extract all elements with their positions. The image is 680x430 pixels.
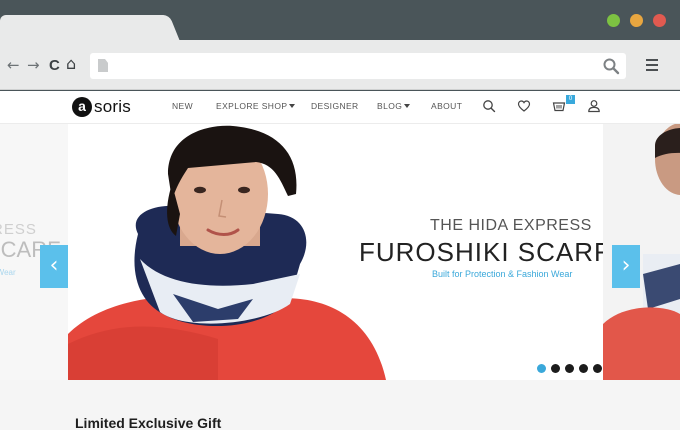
cart-count-badge: 0 — [566, 95, 575, 104]
maximize-window-button[interactable] — [607, 14, 620, 27]
slide-indicator-3[interactable] — [565, 364, 574, 373]
hero-subtitle[interactable]: Built for Protection & Fashion Wear — [432, 269, 572, 279]
hero-kicker: THE HIDA EXPRESS — [430, 217, 592, 234]
minimize-window-button[interactable] — [630, 14, 643, 27]
nav-explore-shop[interactable]: EXPLORE SHOP — [216, 101, 296, 111]
logo-text: soris — [94, 97, 131, 116]
forward-button[interactable]: → — [27, 58, 40, 73]
chevron-down-icon — [289, 104, 296, 108]
nav-designer[interactable]: DESIGNER — [311, 101, 359, 111]
ghost-subtitle: n Wear — [0, 268, 16, 277]
address-bar[interactable] — [90, 53, 626, 79]
next-slide-button[interactable]: › — [612, 245, 640, 288]
nav-blog[interactable]: BLOG — [377, 101, 411, 111]
nav-blog-label: BLOG — [377, 101, 403, 111]
browser-menu-icon[interactable] — [646, 59, 658, 74]
cart-icon[interactable] — [552, 99, 566, 113]
browser-toolbar: ← → C ⌂ — [0, 40, 680, 90]
reload-button[interactable]: C — [49, 58, 60, 73]
browser-tab[interactable] — [0, 15, 165, 43]
back-button[interactable]: ← — [7, 58, 20, 73]
browser-window: ← → C ⌂ a soris NEW EXPLORE SHOP DESIGNE… — [0, 0, 680, 430]
chevron-down-icon — [404, 104, 411, 108]
hero-title: FUROSHIKI SCARF — [359, 237, 603, 267]
heart-icon[interactable] — [517, 99, 531, 113]
previous-slide-button[interactable]: ‹ — [40, 245, 68, 288]
nav-explore-shop-label: EXPLORE SHOP — [216, 101, 288, 111]
active-slide: THE HIDA EXPRESS FUROSHIKI SCARF Built f… — [68, 124, 603, 380]
slide-indicator-1[interactable] — [537, 364, 546, 373]
slide-indicator-2[interactable] — [551, 364, 560, 373]
site-header: a soris NEW EXPLORE SHOP DESIGNER BLOG A… — [0, 91, 680, 124]
website: a soris NEW EXPLORE SHOP DESIGNER BLOG A… — [0, 91, 680, 430]
section-title: Limited Exclusive Gift — [75, 415, 222, 430]
site-logo[interactable]: a soris — [72, 96, 131, 118]
page-icon — [98, 59, 108, 72]
user-icon[interactable] — [587, 99, 601, 113]
search-icon[interactable] — [482, 99, 496, 113]
logo-mark: a — [72, 97, 92, 117]
close-window-button[interactable] — [653, 14, 666, 27]
slide-indicator-5[interactable] — [593, 364, 602, 373]
ghost-kicker: RESS — [0, 221, 37, 238]
hero-slider: RESS SCARF n Wear — [0, 124, 680, 380]
nav-about[interactable]: ABOUT — [431, 101, 462, 111]
home-button[interactable]: ⌂ — [66, 56, 76, 72]
slide-indicator-4[interactable] — [579, 364, 588, 373]
search-icon[interactable] — [602, 57, 620, 75]
nav-new[interactable]: NEW — [172, 101, 193, 111]
